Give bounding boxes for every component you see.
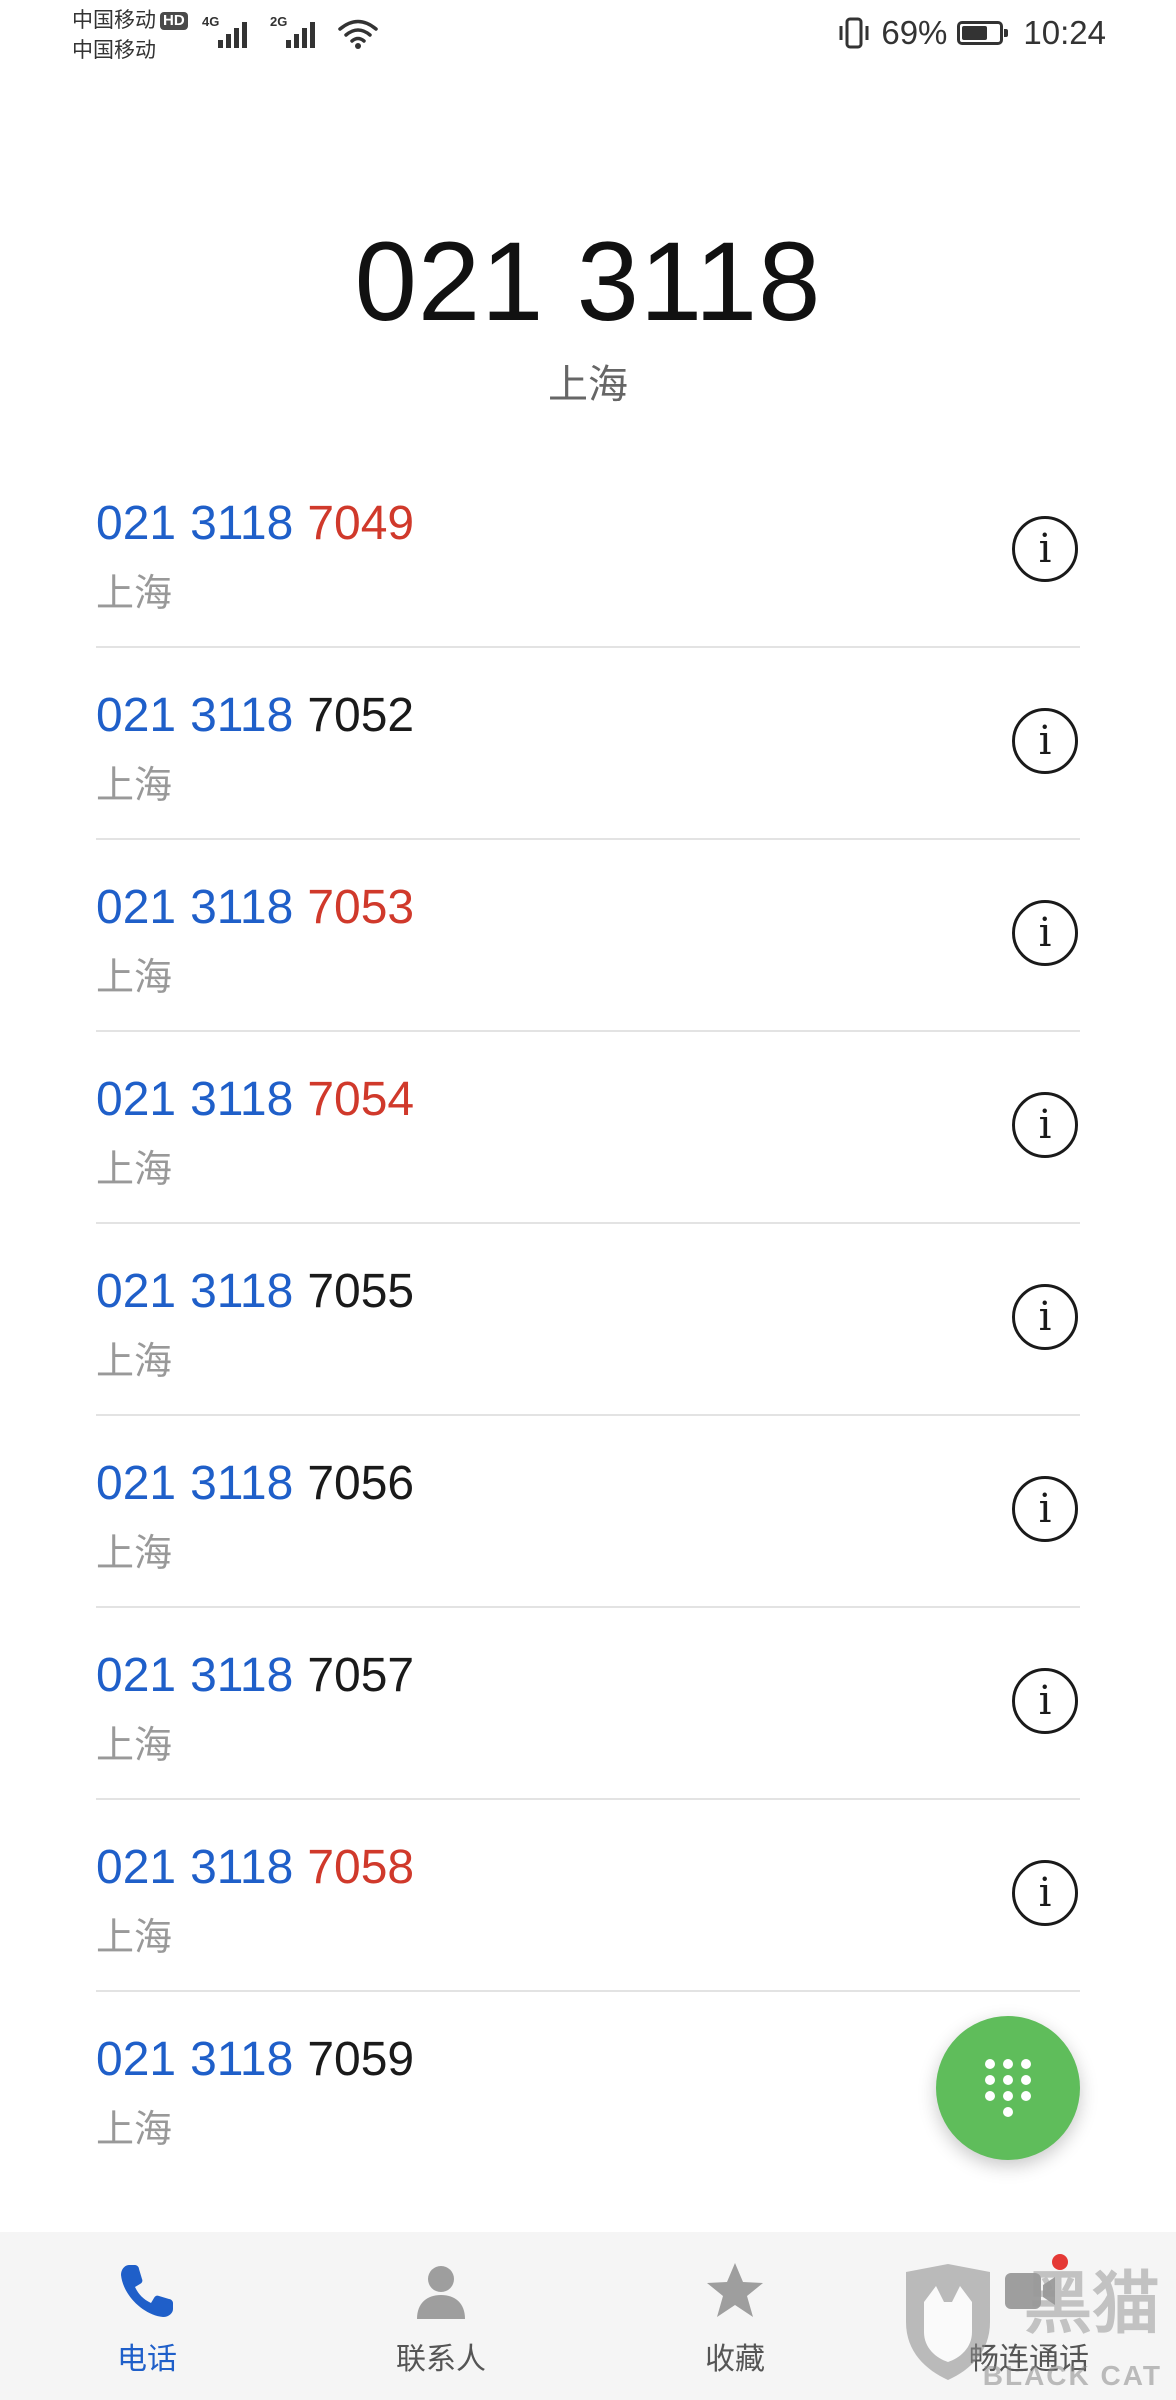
dialpad-button[interactable] [936, 2016, 1080, 2160]
number-suffix: 7056 [307, 1457, 415, 1510]
list-item[interactable]: 021 3118 7059 上海 [96, 1992, 1080, 2184]
list-item[interactable]: 021 3118 7054 上海 i [96, 1032, 1080, 1224]
number-prefix: 3118 [190, 1457, 294, 1510]
list-item[interactable]: 021 3118 7052 上海 i [96, 648, 1080, 840]
list-item[interactable]: 021 3118 7058 上海 i [96, 1800, 1080, 1992]
phone-number: 021 3118 7059 [96, 2032, 414, 2088]
number-location: 上海 [96, 1725, 173, 1767]
tab-label: 收藏 [705, 2343, 765, 2376]
number-location: 上海 [96, 765, 173, 807]
vibrate-icon [839, 17, 869, 49]
number-suffix: 7055 [307, 1265, 415, 1318]
phone-number: 021 3118 7057 [96, 1648, 414, 1704]
number-area-code: 021 [96, 689, 177, 742]
carrier-2-name: 中国移动 [72, 39, 156, 62]
sim1-signal-icon: 4G [202, 14, 256, 50]
tab-label: 联系人 [396, 2343, 486, 2376]
number-location: 上海 [96, 2109, 173, 2151]
dialpad-icon [985, 2059, 1031, 2117]
info-icon[interactable]: i [1012, 900, 1078, 966]
info-icon[interactable]: i [1012, 1092, 1078, 1158]
status-right: 69% 10:24 [837, 14, 1106, 52]
info-icon[interactable]: i [1012, 1860, 1078, 1926]
sim2-network-tag: 2G [270, 14, 288, 29]
phone-number: 021 3118 7052 [96, 688, 414, 744]
list-item[interactable]: 021 3118 7056 上海 i [96, 1416, 1080, 1608]
list-item[interactable]: 021 3118 7055 上海 i [96, 1224, 1080, 1416]
number-area-code: 021 [96, 1265, 177, 1318]
number-prefix: 3118 [190, 2033, 294, 2086]
wifi-icon [338, 18, 378, 50]
dialed-number: 021 3118 [354, 219, 822, 344]
number-area-code: 021 [96, 881, 177, 934]
number-suffix: 7049 [307, 497, 415, 550]
number-suffix: 7057 [307, 1649, 415, 1702]
status-bar: 中国移动 HD 中国移动 4G 2G 69% 10:24 [0, 0, 1176, 80]
watermark-logo-text: 黑猫 [1023, 2266, 1160, 2342]
phone-number: 021 3118 7055 [96, 1264, 414, 1320]
number-area-code: 021 [96, 497, 177, 550]
number-area-code: 021 [96, 1649, 177, 1702]
carrier-1-name: 中国移动 [72, 9, 156, 32]
star-icon [707, 2263, 763, 2317]
number-area-code: 021 [96, 1457, 177, 1510]
info-icon[interactable]: i [1012, 708, 1078, 774]
phone-number: 021 3118 7053 [96, 880, 414, 936]
signal-indicators: 4G 2G [202, 14, 378, 50]
number-location: 上海 [96, 1341, 173, 1383]
number-area-code: 021 [96, 2033, 177, 2086]
sim1-network-tag: 4G [202, 14, 220, 29]
phone-number: 021 3118 7058 [96, 1840, 414, 1896]
tab-label: 电话 [117, 2343, 177, 2376]
number-suffix: 7054 [307, 1073, 415, 1126]
list-item[interactable]: 021 3118 7053 上海 i [96, 840, 1080, 1032]
battery-icon [957, 21, 1009, 45]
tab-contacts[interactable]: 联系人 [294, 2232, 588, 2400]
number-match-list: 021 3118 7049 上海 i 021 3118 7052 上海 i 021 311… [96, 456, 1080, 2184]
number-prefix: 3118 [190, 1841, 294, 1894]
number-location: 上海 [96, 1149, 173, 1191]
number-suffix: 7059 [307, 2033, 415, 2086]
number-prefix: 3118 [190, 881, 294, 934]
tab-favorites[interactable]: 收藏 [588, 2232, 882, 2400]
number-prefix: 3118 [190, 497, 294, 550]
list-item[interactable]: 021 3118 7057 上海 i [96, 1608, 1080, 1800]
number-prefix: 3118 [190, 689, 294, 742]
number-area-code: 021 [96, 1073, 177, 1126]
phone-number: 021 3118 7054 [96, 1072, 414, 1128]
number-prefix: 3118 [190, 1649, 294, 1702]
watermark: 黑猫 BLACK CAT [900, 2242, 1170, 2392]
battery-level [962, 26, 988, 40]
phone-number: 021 3118 7056 [96, 1456, 414, 1512]
list-item[interactable]: 021 3118 7049 上海 i [96, 456, 1080, 648]
number-area-code: 021 [96, 1841, 177, 1894]
info-icon[interactable]: i [1012, 516, 1078, 582]
clock-time: 10:24 [1023, 14, 1106, 51]
watermark-logo-icon [906, 2264, 990, 2380]
battery-percent: 69% [881, 14, 948, 51]
number-prefix: 3118 [190, 1073, 294, 1126]
tab-phone[interactable]: 电话 [0, 2232, 294, 2400]
contact-icon [417, 2266, 465, 2319]
number-location: 上海 [96, 1533, 173, 1575]
dialed-number-location: 上海 [548, 363, 628, 407]
watermark-sub-text: BLACK CAT [982, 2360, 1162, 2391]
sim2-signal-icon: 2G [270, 14, 324, 50]
phone-number: 021 3118 7049 [96, 496, 414, 552]
number-suffix: 7052 [307, 689, 415, 742]
hd-voice-badge: HD [160, 12, 188, 30]
number-location: 上海 [96, 957, 173, 999]
info-icon[interactable]: i [1012, 1284, 1078, 1350]
number-suffix: 7053 [307, 881, 415, 934]
number-location: 上海 [96, 1917, 173, 1959]
info-icon[interactable]: i [1012, 1476, 1078, 1542]
phone-icon [121, 2265, 173, 2317]
number-suffix: 7058 [307, 1841, 415, 1894]
info-icon[interactable]: i [1012, 1668, 1078, 1734]
carrier-info: 中国移动 HD 中国移动 [72, 6, 188, 66]
number-location: 上海 [96, 573, 173, 615]
number-prefix: 3118 [190, 1265, 294, 1318]
